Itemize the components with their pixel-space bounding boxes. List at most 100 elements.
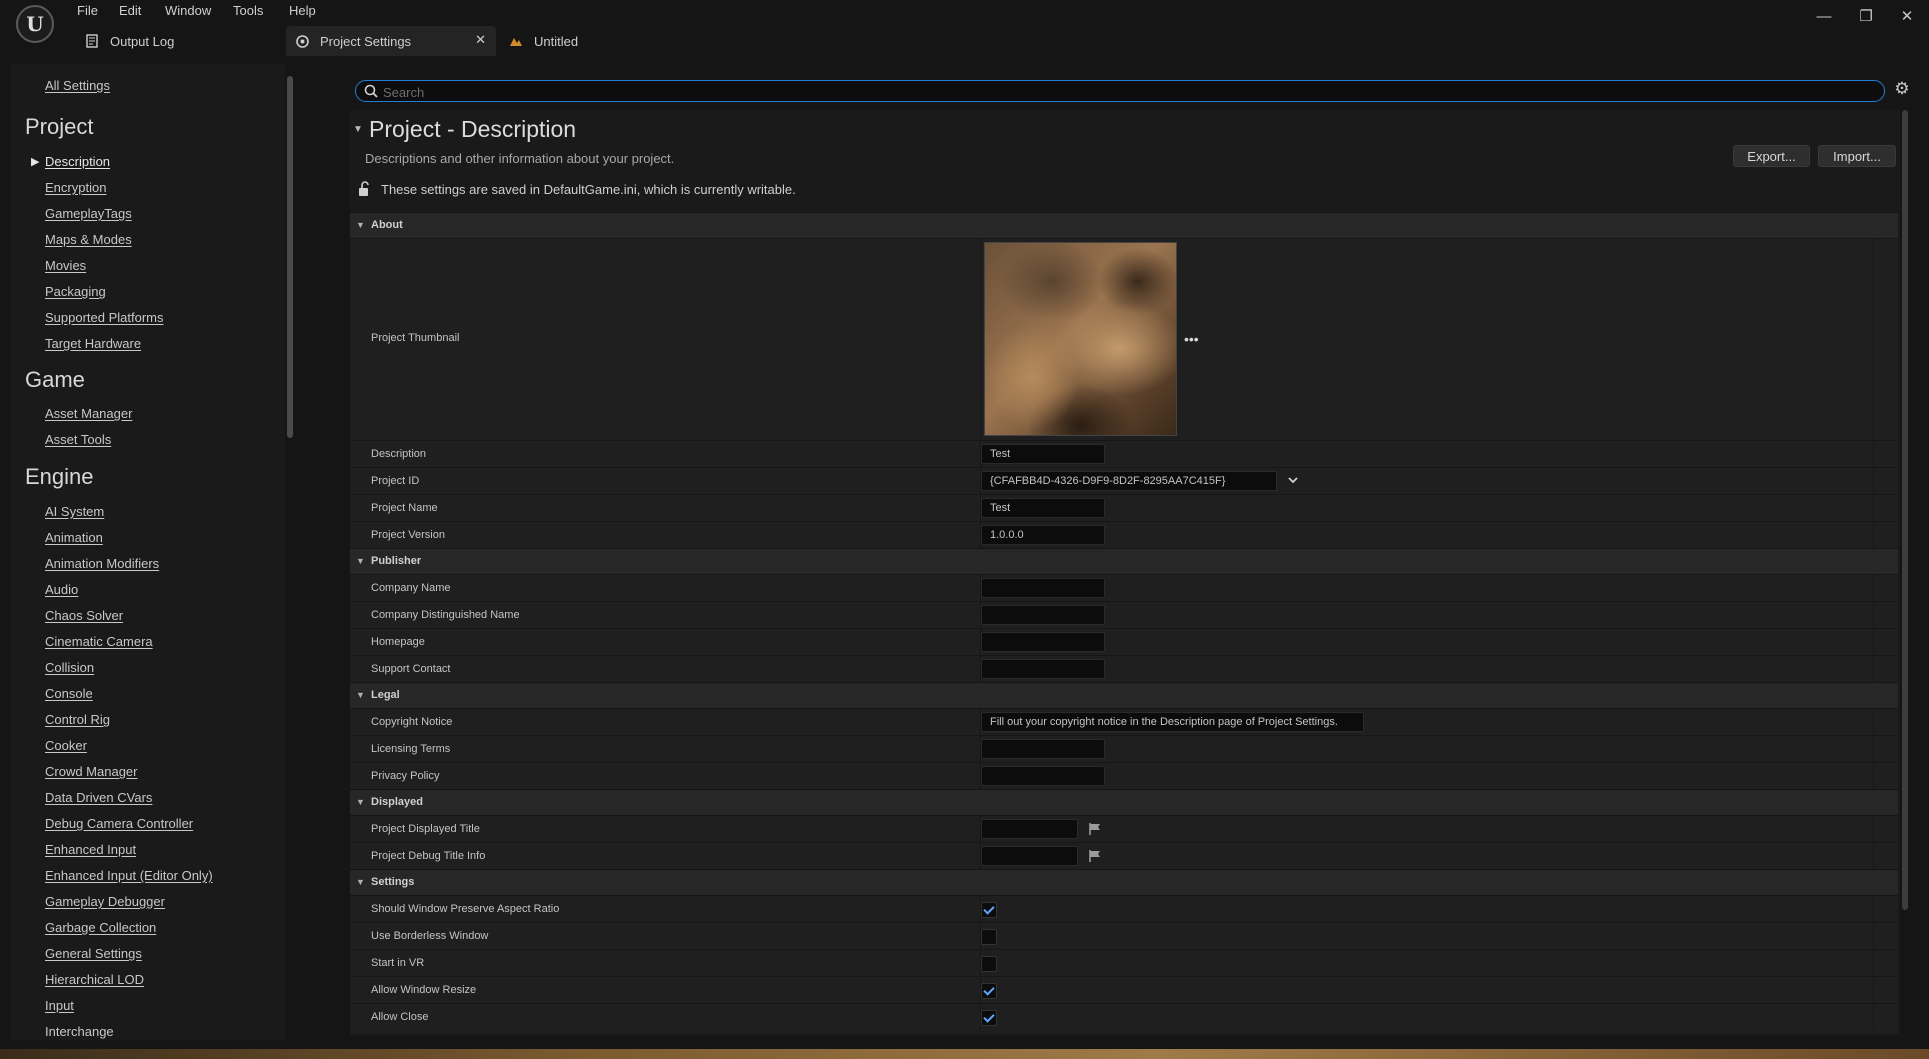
sidebar-item-audio[interactable]: Audio [45, 582, 78, 597]
flag-icon[interactable] [1088, 849, 1102, 863]
row-use-borderless-window: Use Borderless Window [350, 922, 1898, 949]
row-description: Description Test [350, 440, 1898, 467]
project-debug-title-info-field[interactable] [981, 846, 1078, 866]
gear-icon[interactable]: ⚙ [1893, 80, 1911, 98]
copyright-notice-field[interactable]: Fill out your copyright notice in the De… [981, 712, 1364, 732]
sidebar-item-asset-tools[interactable]: Asset Tools [45, 432, 111, 447]
project-thumbnail-image[interactable] [984, 242, 1177, 436]
caret-down-icon[interactable]: ▼ [353, 124, 363, 135]
sidebar-item-encryption[interactable]: Encryption [45, 180, 106, 195]
project-version-field[interactable]: 1.0.0.0 [981, 525, 1105, 545]
sidebar-item-cinematic-camera[interactable]: Cinematic Camera [45, 634, 153, 649]
sidebar-item-general-settings[interactable]: General Settings [45, 946, 142, 961]
export-button[interactable]: Export... [1733, 145, 1810, 167]
project-name-field[interactable]: Test [981, 498, 1105, 518]
support-contact-field[interactable] [981, 659, 1105, 679]
sidebar-item-data-driven-cvars[interactable]: Data Driven CVars [45, 790, 152, 805]
caret-down-icon: ▼ [356, 797, 365, 807]
row-start-in-vr: Start in VR [350, 949, 1898, 976]
section-publisher[interactable]: ▼ Publisher [350, 548, 1898, 574]
row-project-version: Project Version 1.0.0.0 [350, 521, 1898, 548]
close-window-button[interactable]: ✕ [1893, 6, 1921, 28]
project-settings-icon [294, 33, 310, 49]
chevron-down-icon[interactable] [1286, 473, 1300, 487]
search-input[interactable] [381, 82, 1875, 102]
company-distinguished-name-field[interactable] [981, 605, 1105, 625]
sidebar-item-ai-system[interactable]: AI System [45, 504, 104, 519]
level-icon [508, 33, 524, 49]
privacy-policy-field[interactable] [981, 766, 1105, 786]
allow-close-checkbox[interactable] [981, 1010, 997, 1026]
settings-sidebar: All Settings Project ▶ Description Encry… [10, 64, 285, 1040]
more-options-icon[interactable]: ••• [1184, 331, 1199, 347]
search-icon [364, 84, 378, 98]
section-label: Settings [371, 876, 415, 888]
menu-file[interactable]: File [77, 3, 98, 21]
import-button[interactable]: Import... [1818, 145, 1896, 167]
sidebar-item-crowd-manager[interactable]: Crowd Manager [45, 764, 138, 779]
project-id-field[interactable]: {CFAFBB4D-4326-D9F9-8D2F-8295AA7C415F} [981, 471, 1277, 491]
tab-untitled[interactable]: Untitled [500, 26, 700, 56]
flag-icon[interactable] [1088, 822, 1102, 836]
menu-window[interactable]: Window [165, 3, 211, 21]
allow-window-resize-checkbox[interactable] [981, 983, 997, 999]
row-label: Licensing Terms [371, 743, 451, 755]
sidebar-item-maps-modes[interactable]: Maps & Modes [45, 232, 132, 247]
section-about[interactable]: ▼ About [350, 212, 1898, 238]
unreal-logo-icon[interactable]: U [16, 5, 54, 43]
sidebar-all-settings[interactable]: All Settings [45, 78, 110, 93]
sidebar-item-target-hardware[interactable]: Target Hardware [45, 336, 141, 351]
row-label: Project Thumbnail [371, 332, 460, 344]
sidebar-item-gameplaytags[interactable]: GameplayTags [45, 206, 132, 221]
row-privacy-policy: Privacy Policy [350, 762, 1898, 789]
start-in-vr-checkbox[interactable] [981, 956, 997, 972]
use-borderless-window-checkbox[interactable] [981, 929, 997, 945]
section-settings[interactable]: ▼ Settings [350, 869, 1898, 895]
tab-project-settings[interactable]: Project Settings ✕ [286, 26, 496, 56]
sidebar-item-animation[interactable]: Animation [45, 530, 103, 545]
menu-help[interactable]: Help [289, 3, 316, 21]
sidebar-item-hierarchical-lod[interactable]: Hierarchical LOD [45, 972, 144, 987]
row-project-id: Project ID {CFAFBB4D-4326-D9F9-8D2F-8295… [350, 467, 1898, 494]
section-label: Legal [371, 689, 400, 701]
description-field[interactable]: Test [981, 444, 1105, 464]
sidebar-item-console[interactable]: Console [45, 686, 93, 701]
sidebar-item-collision[interactable]: Collision [45, 660, 94, 675]
sidebar-heading-game: Game [25, 367, 85, 392]
company-name-field[interactable] [981, 578, 1105, 598]
minimize-button[interactable]: — [1810, 6, 1838, 28]
sidebar-item-garbage-collection[interactable]: Garbage Collection [45, 920, 156, 935]
sidebar-item-chaos-solver[interactable]: Chaos Solver [45, 608, 123, 623]
sidebar-item-asset-manager[interactable]: Asset Manager [45, 406, 132, 421]
sidebar-item-enhanced-input[interactable]: Enhanced Input [45, 842, 136, 857]
search-box[interactable] [355, 80, 1885, 102]
sidebar-item-packaging[interactable]: Packaging [45, 284, 106, 299]
sidebar-item-debug-camera-controller[interactable]: Debug Camera Controller [45, 816, 193, 831]
menu-edit[interactable]: Edit [119, 3, 141, 21]
sidebar-item-cooker[interactable]: Cooker [45, 738, 87, 753]
sidebar-item-gameplay-debugger[interactable]: Gameplay Debugger [45, 894, 165, 909]
project-displayed-title-field[interactable] [981, 819, 1078, 839]
menu-tools[interactable]: Tools [233, 3, 263, 21]
sidebar-scrollbar[interactable] [287, 76, 293, 438]
preserve-aspect-ratio-checkbox[interactable] [981, 902, 997, 918]
section-legal[interactable]: ▼ Legal [350, 682, 1898, 708]
sidebar-item-supported-platforms[interactable]: Supported Platforms [45, 310, 164, 325]
sidebar-item-movies[interactable]: Movies [45, 258, 86, 273]
section-displayed[interactable]: ▼ Displayed [350, 789, 1898, 815]
close-tab-icon[interactable]: ✕ [475, 32, 486, 48]
row-label: Project Version [371, 529, 445, 541]
sidebar-item-control-rig[interactable]: Control Rig [45, 712, 110, 727]
restore-button[interactable]: ❐ [1852, 6, 1880, 28]
homepage-field[interactable] [981, 632, 1105, 652]
sidebar-item-description[interactable]: Description [45, 154, 110, 169]
sidebar-item-animation-modifiers[interactable]: Animation Modifiers [45, 556, 159, 571]
properties-scrollbar[interactable] [1902, 110, 1908, 910]
sidebar-heading-engine: Engine [25, 464, 94, 489]
licensing-terms-field[interactable] [981, 739, 1105, 759]
tab-output-log[interactable]: Output Log [76, 26, 276, 56]
sidebar-item-interchange[interactable]: Interchange [45, 1024, 114, 1039]
sidebar-item-enhanced-input-editor[interactable]: Enhanced Input (Editor Only) [45, 868, 213, 883]
row-label: Should Window Preserve Aspect Ratio [371, 903, 560, 915]
sidebar-item-input[interactable]: Input [45, 998, 74, 1013]
